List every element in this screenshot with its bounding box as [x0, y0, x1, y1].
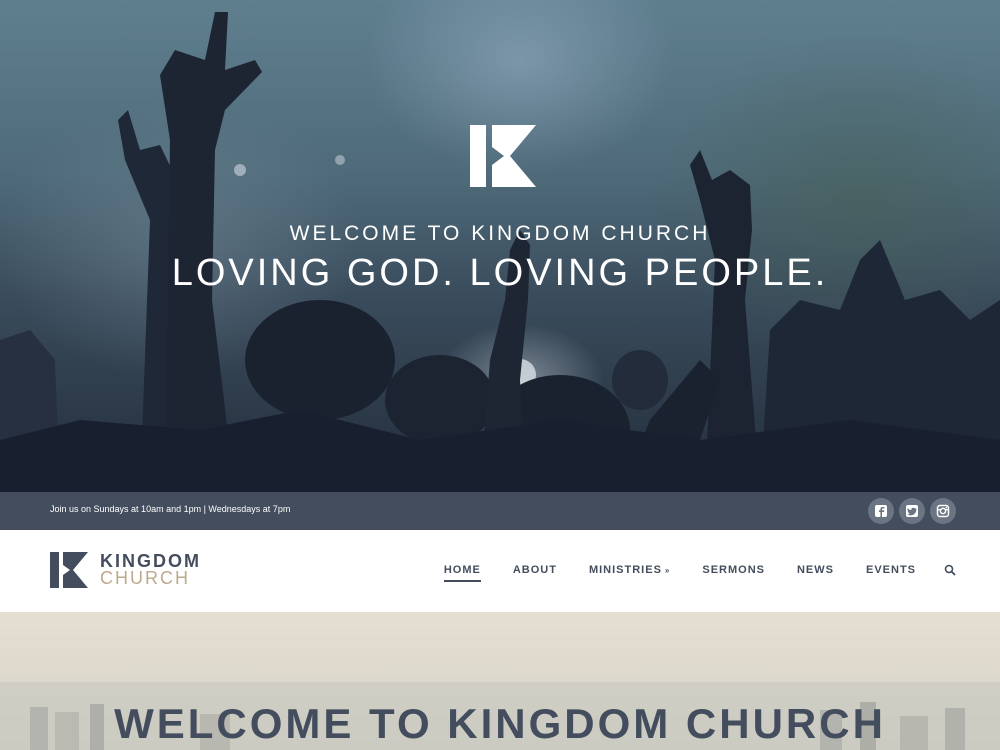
instagram-link[interactable]	[930, 498, 956, 524]
facebook-icon	[875, 505, 887, 517]
main-nav: HOME ABOUT MINISTRIES» SERMONS NEWS EVEN…	[412, 564, 956, 582]
instagram-icon	[936, 504, 950, 518]
welcome-section: WELCOME TO KINGDOM CHURCH	[0, 612, 1000, 750]
welcome-title: WELCOME TO KINGDOM CHURCH	[114, 700, 886, 747]
nav-sermons[interactable]: SERMONS	[702, 564, 765, 576]
crowd-silhouette-image	[0, 12, 1000, 492]
chevron-down-icon: »	[664, 566, 671, 575]
nav-ministries-label: MINISTRIES	[588, 564, 662, 576]
nav-ministries[interactable]: MINISTRIES»	[589, 564, 670, 576]
brand-line-church: CHURCH	[100, 568, 190, 588]
twitter-link[interactable]	[899, 498, 925, 524]
site-logo[interactable]: KINGDOM CHURCH	[50, 552, 201, 588]
hero-kicker: WELCOME TO KINGDOM CHURCH	[289, 222, 711, 245]
nav-about[interactable]: ABOUT	[513, 564, 557, 576]
facebook-link[interactable]	[868, 498, 894, 524]
main-header: KINGDOM CHURCH HOME ABOUT MINISTRIES» SE…	[0, 530, 1000, 612]
kingdom-k-icon	[50, 552, 88, 588]
twitter-icon	[906, 505, 918, 517]
nav-news[interactable]: NEWS	[797, 564, 834, 576]
kingdom-logo-icon	[470, 125, 536, 187]
social-links	[868, 498, 956, 524]
nav-events[interactable]: EVENTS	[866, 564, 916, 576]
search-icon[interactable]	[944, 564, 956, 576]
nav-home[interactable]: HOME	[443, 564, 481, 582]
brand-wordmark: KINGDOM CHURCH	[100, 552, 201, 588]
hero-banner: WELCOME TO KINGDOM CHURCH LOVING GOD. LO…	[0, 0, 1000, 492]
hero-headline: LOVING GOD. LOVING PEOPLE.	[171, 252, 829, 294]
info-bar: Join us on Sundays at 10am and 1pm | Wed…	[0, 492, 1000, 530]
service-times: Join us on Sundays at 10am and 1pm | Wed…	[50, 504, 291, 514]
